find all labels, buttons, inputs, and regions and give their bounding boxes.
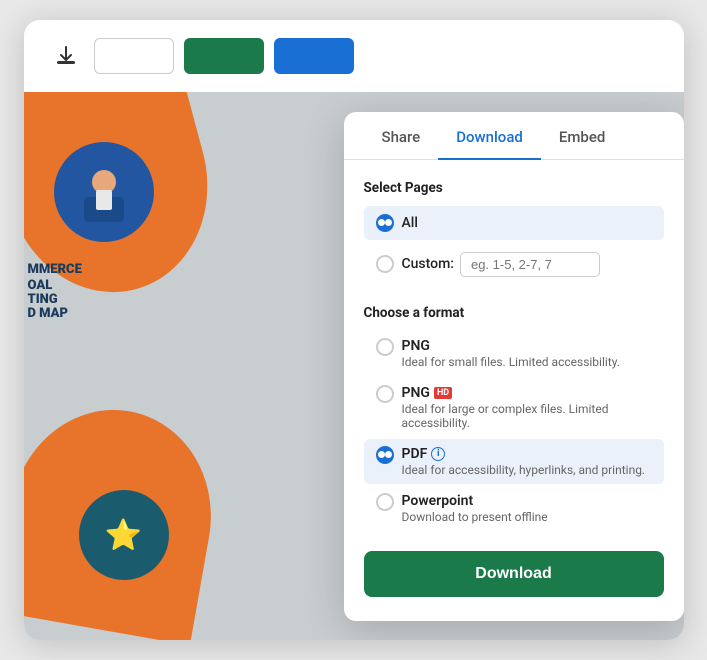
format-png-row[interactable]: PNG Ideal for small files. Limited acces… bbox=[364, 331, 664, 376]
hd-badge: HD bbox=[434, 387, 452, 399]
select-pages-label: Select Pages bbox=[364, 180, 664, 196]
content-area: ⭐ MMERCE OAL TING D MAP → → Share Downlo… bbox=[24, 92, 684, 640]
pdf-info-icon[interactable]: i bbox=[431, 447, 445, 461]
toolbar bbox=[24, 20, 684, 93]
format-pdf-name: PDF i bbox=[402, 446, 646, 462]
star-badge: ⭐ bbox=[105, 518, 142, 553]
format-pdf-info: PDF i Ideal for accessibility, hyperlink… bbox=[402, 446, 646, 477]
format-ppt-row[interactable]: Powerpoint Download to present offline bbox=[364, 486, 664, 531]
format-png-desc: Ideal for small files. Limited accessibi… bbox=[402, 355, 620, 369]
choose-format-label: Choose a format bbox=[364, 305, 664, 321]
download-button[interactable]: Download bbox=[364, 551, 664, 597]
toolbar-btn-blue[interactable] bbox=[274, 38, 354, 74]
arrow-orange-top: → bbox=[164, 167, 180, 187]
format-pdf-desc: Ideal for accessibility, hyperlinks, and… bbox=[402, 463, 646, 477]
tab-embed[interactable]: Embed bbox=[541, 112, 623, 160]
format-png-hd-row[interactable]: PNGHD Ideal for large or complex files. … bbox=[364, 378, 664, 437]
format-pdf-row[interactable]: PDF i Ideal for accessibility, hyperlink… bbox=[364, 439, 664, 484]
pages-all-radio[interactable] bbox=[376, 214, 394, 232]
section-sep bbox=[364, 289, 664, 305]
pages-all-row[interactable]: All bbox=[364, 206, 664, 240]
toolbar-btn-green[interactable] bbox=[184, 38, 264, 74]
format-ppt-desc: Download to present offline bbox=[402, 510, 548, 524]
toolbar-btn-gray[interactable] bbox=[94, 38, 174, 74]
format-png-info: PNG Ideal for small files. Limited acces… bbox=[402, 338, 620, 369]
format-png-hd-name: PNGHD bbox=[402, 385, 652, 401]
format-ppt-radio[interactable] bbox=[376, 493, 394, 511]
format-png-hd-radio[interactable] bbox=[376, 385, 394, 403]
custom-pages-input[interactable] bbox=[460, 252, 600, 277]
toolbar-download-icon bbox=[48, 38, 84, 74]
pages-custom-row[interactable]: Custom: bbox=[364, 244, 664, 285]
format-ppt-info: Powerpoint Download to present offline bbox=[402, 493, 548, 524]
arrow-orange-bottom: → bbox=[164, 510, 180, 530]
format-png-hd-desc: Ideal for large or complex files. Limite… bbox=[402, 402, 652, 430]
tabs: Share Download Embed bbox=[344, 112, 684, 160]
custom-input-wrap: Custom: bbox=[402, 252, 652, 277]
format-pdf-radio[interactable] bbox=[376, 446, 394, 464]
infographic-bg: ⭐ MMERCE OAL TING D MAP → → bbox=[24, 92, 284, 640]
format-png-name: PNG bbox=[402, 338, 620, 354]
circle-blue bbox=[54, 142, 154, 242]
pages-all-label: All bbox=[402, 215, 418, 231]
pages-custom-label: Custom: bbox=[402, 256, 454, 272]
format-ppt-name: Powerpoint bbox=[402, 493, 548, 509]
bg-text: MMERCE OAL TING D MAP bbox=[28, 262, 82, 322]
download-modal: Share Download Embed Select Pages All bbox=[344, 112, 684, 621]
main-frame: ⭐ MMERCE OAL TING D MAP → → Share Downlo… bbox=[24, 20, 684, 640]
panel-body: Select Pages All Custom: bbox=[344, 180, 684, 531]
format-png-radio[interactable] bbox=[376, 338, 394, 356]
tab-share[interactable]: Share bbox=[364, 112, 439, 160]
pages-custom-radio[interactable] bbox=[376, 255, 394, 273]
circle-award: ⭐ bbox=[79, 490, 169, 580]
tab-download[interactable]: Download bbox=[438, 112, 541, 160]
format-png-hd-info: PNGHD Ideal for large or complex files. … bbox=[402, 385, 652, 430]
